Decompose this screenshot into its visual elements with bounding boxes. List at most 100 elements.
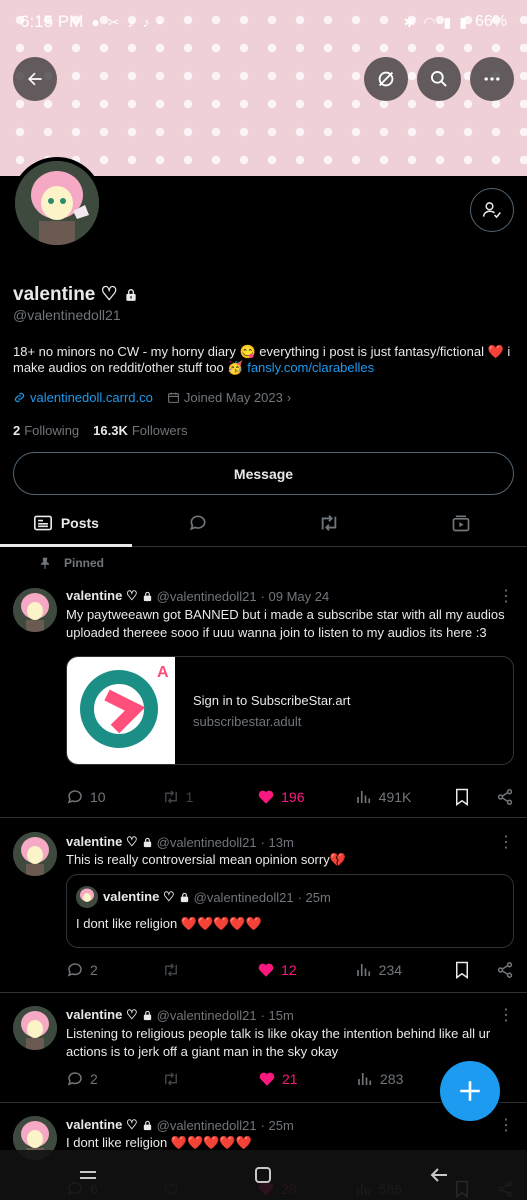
heart-icon — [258, 790, 274, 804]
post-more-icon[interactable]: ⋮ — [498, 586, 514, 606]
repost-button[interactable]: 1 — [162, 788, 258, 806]
pin-icon — [40, 557, 50, 569]
search-icon — [431, 71, 447, 87]
post-more-icon[interactable]: ⋮ — [498, 832, 514, 852]
repost-button[interactable] — [162, 1070, 258, 1088]
share-icon — [497, 789, 513, 805]
reply-icon — [67, 1072, 82, 1086]
lock-icon — [143, 591, 151, 601]
post-avatar[interactable] — [13, 1006, 57, 1050]
bookmark-icon — [456, 961, 469, 979]
signal-icon: ▮ — [443, 13, 452, 30]
plus-icon — [460, 1081, 480, 1101]
post-avatar[interactable] — [13, 832, 57, 876]
subscribestar-icon: A — [80, 664, 169, 748]
post-text: This is really controversial mean opinio… — [66, 852, 346, 867]
following-link[interactable]: 2 Following — [13, 423, 79, 438]
reposts-icon — [322, 515, 337, 531]
post[interactable]: valentine ♡ @valentinedoll21 · 13m ⋮ Thi… — [0, 820, 527, 993]
bookmark-icon — [456, 788, 469, 806]
more-options-button[interactable] — [470, 57, 514, 101]
search-button[interactable] — [417, 57, 461, 101]
post-more-icon[interactable]: ⋮ — [498, 1005, 514, 1025]
wifi-icon: ◠ — [423, 13, 436, 30]
link-card[interactable]: A Sign in to SubscribeStar.art subscribe… — [66, 656, 514, 765]
link-icon — [14, 392, 25, 403]
bluetooth-icon: ✱ — [403, 13, 416, 30]
grok-icon — [378, 71, 394, 87]
views-button[interactable]: 234 — [355, 961, 455, 979]
avatar-image — [76, 886, 98, 908]
chat-notification-icon: ● — [91, 14, 100, 30]
profile-name: valentine ♡ — [13, 283, 138, 306]
post-avatar[interactable] — [13, 588, 57, 632]
status-bar: 6:15 PM ● ✂ ♪ ♪ • ✱ ◠ ▮ ▮ 66% — [0, 0, 527, 44]
share-button[interactable] — [496, 961, 514, 979]
lock-icon — [143, 837, 151, 847]
lock-icon — [126, 288, 136, 301]
post-more-icon[interactable]: ⋮ — [498, 1115, 514, 1135]
post-text: My paytweeawn got BANNED but i made a su… — [66, 607, 505, 640]
system-back-icon[interactable] — [427, 1163, 451, 1187]
like-button[interactable]: 12 — [257, 961, 355, 979]
more-notifications-icon: • — [157, 14, 163, 30]
views-button[interactable]: 491K — [355, 788, 455, 806]
repost-icon — [164, 790, 177, 804]
more-icon — [484, 77, 500, 81]
lock-icon — [180, 892, 188, 902]
reply-button[interactable]: 2 — [66, 1070, 162, 1088]
status-time: 6:15 PM — [20, 12, 84, 31]
message-button[interactable]: Message — [13, 452, 514, 495]
post-text: Listening to religious people talk is li… — [66, 1026, 491, 1059]
tab-replies[interactable] — [132, 500, 264, 546]
system-nav-bar — [0, 1150, 527, 1200]
reply-button[interactable]: 2 — [66, 961, 162, 979]
post-pinned[interactable]: Pinned valentine ♡ @valentinedoll21 · 09… — [0, 548, 527, 818]
website-link[interactable]: valentinedoll.carrd.co — [13, 390, 153, 405]
post-actions: 2 12 234 — [66, 961, 514, 979]
follow-counts: 2 Following 16.3K Followers — [13, 423, 187, 438]
reply-icon — [67, 790, 82, 804]
media-icon — [452, 515, 470, 532]
bio-link[interactable]: fansly.com/clarabelles — [247, 360, 374, 375]
like-button[interactable]: 21 — [258, 1070, 356, 1088]
quoted-post[interactable]: valentine ♡ @valentinedoll21 · 25m I don… — [66, 874, 514, 948]
avatar-image — [13, 1006, 57, 1050]
bookmark-button[interactable] — [454, 961, 496, 979]
profile-tabs: Posts — [0, 500, 527, 547]
share-icon — [497, 962, 513, 978]
reply-icon — [67, 963, 82, 977]
home-icon[interactable] — [251, 1163, 275, 1187]
joined-date[interactable]: Joined May 2023 › — [167, 390, 291, 405]
compose-button[interactable] — [440, 1061, 500, 1121]
bookmark-button[interactable] — [454, 788, 496, 806]
tab-reposts[interactable] — [264, 500, 396, 546]
follow-button[interactable] — [470, 188, 514, 232]
lock-icon — [143, 1010, 151, 1020]
avatar-image — [13, 832, 57, 876]
recent-apps-icon[interactable] — [76, 1163, 100, 1187]
views-icon — [358, 1073, 372, 1085]
grok-button[interactable] — [364, 57, 408, 101]
post-header: valentine ♡ @valentinedoll21 · 15m — [66, 1007, 294, 1023]
tab-posts[interactable]: Posts — [0, 500, 132, 547]
back-button[interactable] — [13, 57, 57, 101]
svg-text:A: A — [157, 664, 169, 681]
share-button[interactable] — [496, 788, 514, 806]
back-arrow-icon — [28, 72, 42, 86]
profile-handle: @valentinedoll21 — [13, 307, 121, 323]
reply-button[interactable]: 10 — [66, 788, 162, 806]
views-icon — [356, 791, 370, 803]
heart-icon — [259, 1072, 275, 1086]
chevron-right-icon: › — [286, 390, 292, 405]
repost-button[interactable] — [162, 961, 258, 979]
profile-meta: valentinedoll.carrd.co Joined May 2023 › — [13, 390, 291, 405]
followers-link[interactable]: 16.3K Followers — [93, 423, 187, 438]
heart-icon — [258, 963, 274, 977]
tiktok-icon-2: ♪ — [142, 14, 150, 30]
post-actions: 10 1 196 491K — [66, 788, 514, 806]
tab-media[interactable] — [395, 500, 527, 546]
profile-avatar[interactable] — [11, 157, 103, 249]
avatar-image — [13, 588, 57, 632]
like-button[interactable]: 196 — [257, 788, 355, 806]
